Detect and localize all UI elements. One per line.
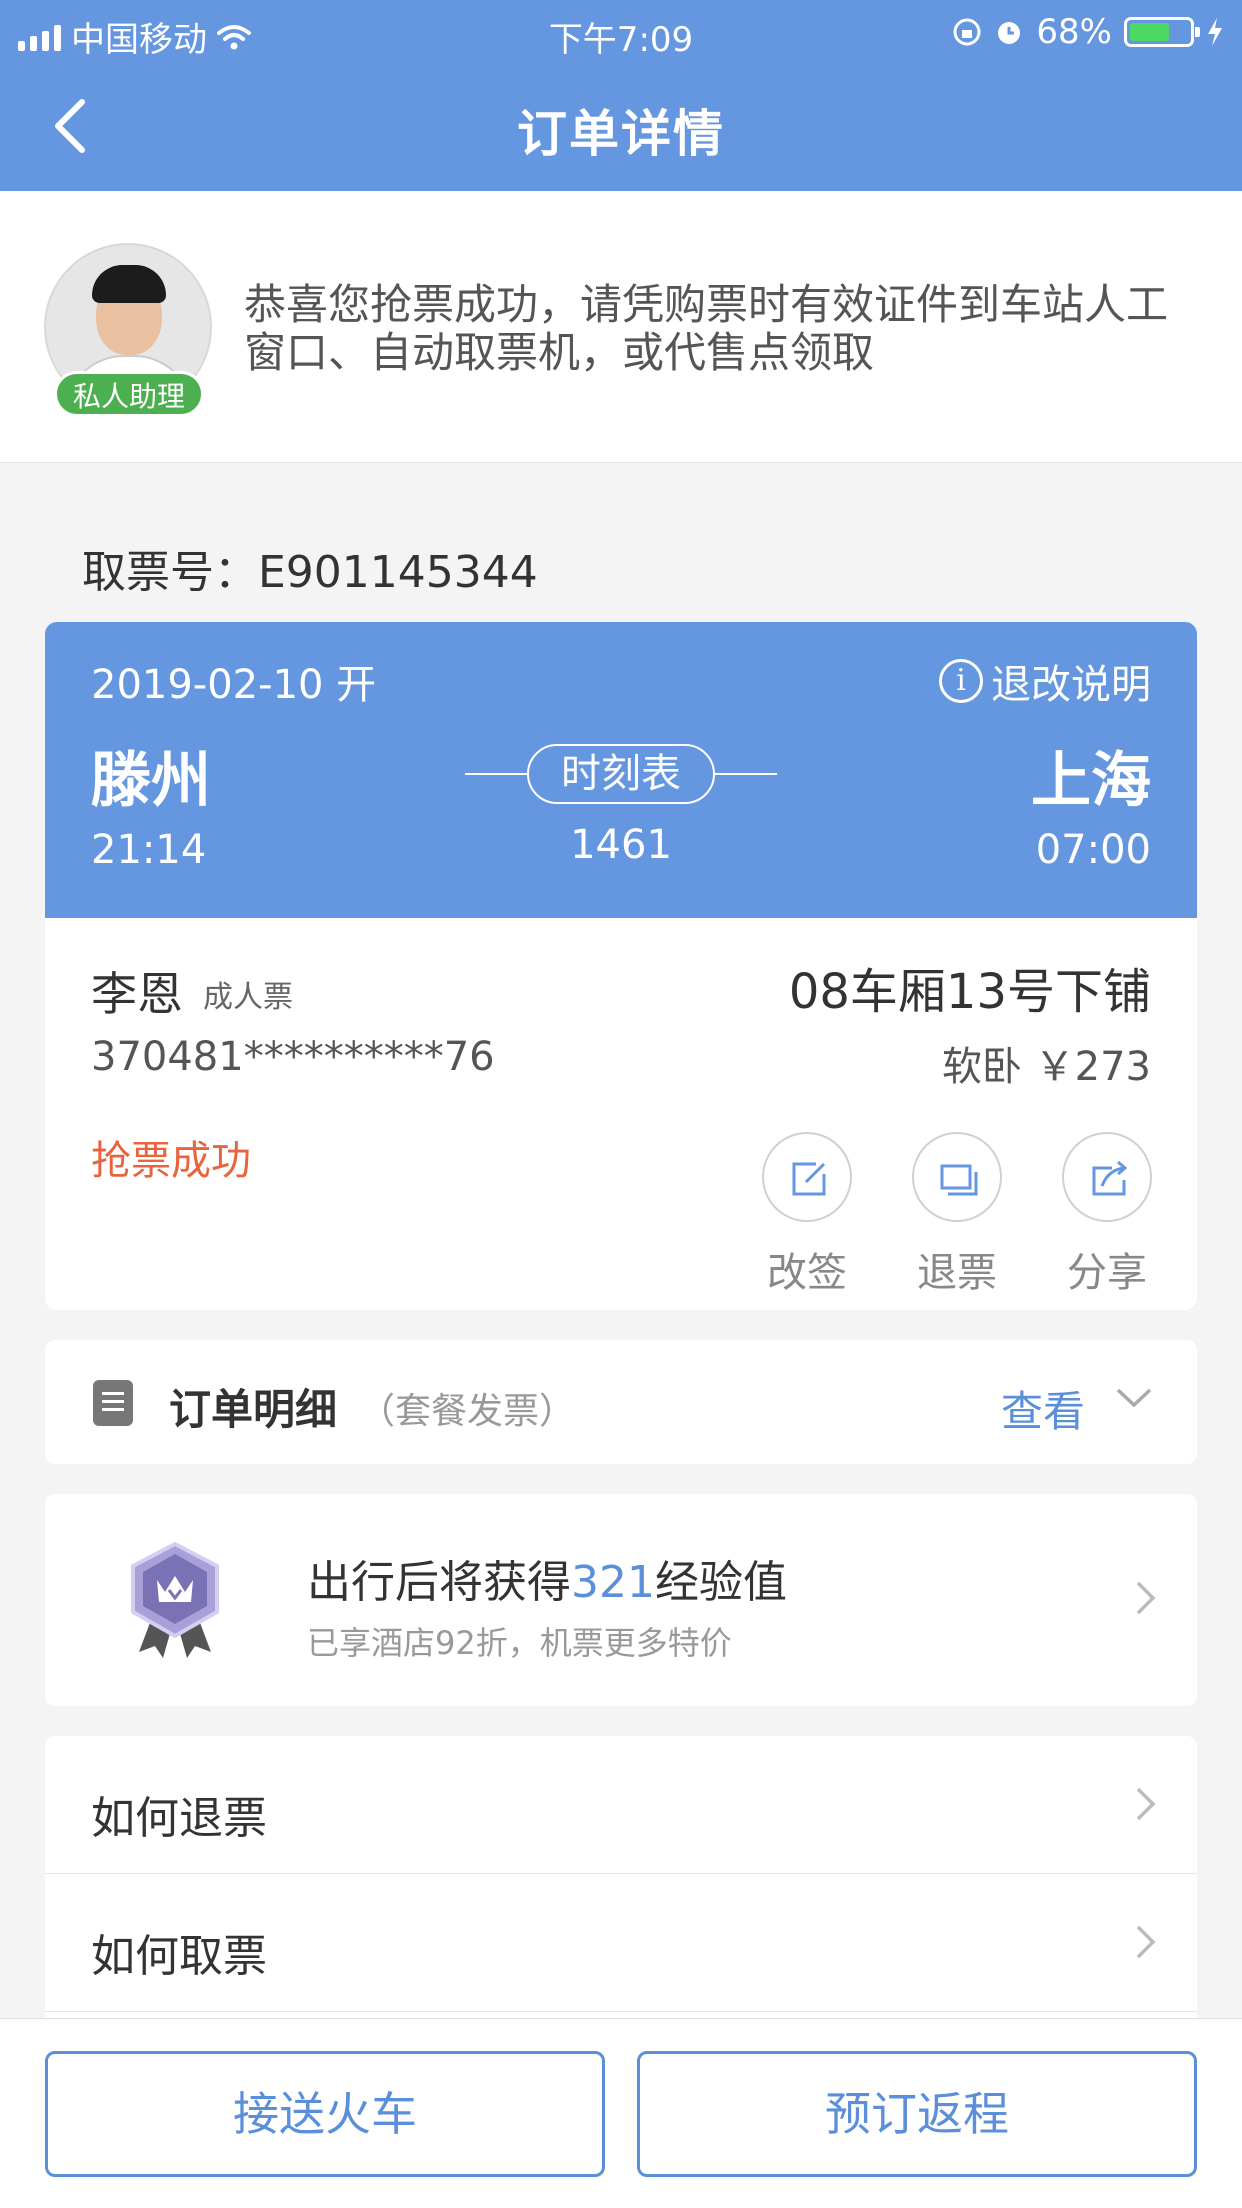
departure-date: 2019-02-10 开 — [91, 662, 377, 708]
experience-title: 出行后将获得321经验值 — [307, 1546, 787, 1610]
experience-title-before: 出行后将获得 — [307, 1557, 571, 1608]
chevron-right-icon — [1136, 1787, 1156, 1821]
experience-title-after: 经验值 — [654, 1557, 787, 1608]
membership-medal-icon — [131, 1541, 219, 1658]
train-transfer-button[interactable]: 接送火车 — [45, 2051, 605, 2177]
page-title: 订单详情 — [517, 105, 725, 163]
change-ticket-button[interactable]: 改签 — [757, 1132, 857, 1298]
chevron-down-icon[interactable] — [1115, 1386, 1153, 1410]
seat-class-price: 软卧 ￥273 — [941, 1044, 1151, 1090]
document-icon — [93, 1380, 133, 1426]
refund-ticket-button[interactable]: 退票 — [907, 1132, 1007, 1298]
ticket-type: 成人票 — [203, 980, 293, 1015]
from-station: 滕州 — [91, 746, 211, 816]
refund-info-label: 退改说明 — [991, 662, 1151, 708]
edit-icon — [792, 1162, 826, 1196]
assistant-banner: 私人助理 恭喜您抢票成功，请凭购票时有效证件到车站人工窗口、自动取票机，或代售点… — [0, 191, 1242, 463]
experience-subtitle: 已享酒店92折，机票更多特价 — [307, 1624, 732, 1662]
chevron-right-icon — [1136, 1581, 1156, 1615]
change-ticket-label: 改签 — [767, 1250, 847, 1296]
charging-icon — [1208, 18, 1222, 46]
howto-pickup-label: 如何取票 — [91, 1931, 267, 1982]
rotation-lock-icon — [953, 18, 981, 46]
share-label: 分享 — [1067, 1250, 1147, 1296]
book-return-button[interactable]: 预订返程 — [637, 2051, 1197, 2177]
order-detail-subtitle: （套餐发票） — [359, 1391, 576, 1432]
assistant-badge: 私人助理 — [54, 371, 204, 417]
arrival-time: 07:00 — [1035, 827, 1151, 873]
header-bar: 中国移动 下午7:09 68% 订单详情 — [0, 0, 1242, 191]
refund-icon — [940, 1164, 978, 1196]
chevron-right-icon — [1136, 1925, 1156, 1959]
refund-ticket-label: 退票 — [917, 1250, 997, 1296]
howto-refund-label: 如何退票 — [91, 1793, 267, 1844]
seat-info: 08车厢13号下铺 — [788, 964, 1151, 1020]
schedule-button[interactable]: 时刻表 — [527, 744, 715, 804]
pickup-number: 取票号：E901145344 — [82, 536, 538, 600]
info-icon: i — [939, 659, 983, 703]
order-detail-title: 订单明细 — [169, 1385, 338, 1434]
refund-info-link[interactable]: i 退改说明 — [939, 652, 1151, 710]
order-detail-row[interactable]: 订单明细 （套餐发票） 查看 — [45, 1340, 1197, 1464]
howto-pickup-row[interactable]: 如何取票 — [45, 1874, 1197, 2012]
battery-percent: 68% — [1036, 12, 1112, 52]
howto-refund-row[interactable]: 如何退票 — [45, 1736, 1197, 1874]
experience-points: 321 — [571, 1557, 655, 1608]
status-bar: 中国移动 下午7:09 68% — [0, 8, 1242, 60]
ticket-journey-card: 2019-02-10 开 i 退改说明 滕州 时刻表 上海 21:14 1461… — [45, 622, 1197, 918]
assistant-message: 恭喜您抢票成功，请凭购票时有效证件到车站人工窗口、自动取票机，或代售点领取 — [244, 280, 1169, 377]
passenger-name: 李恩 — [91, 967, 183, 1021]
experience-banner[interactable]: 出行后将获得321经验值 已享酒店92折，机票更多特价 — [45, 1494, 1197, 1706]
pickup-value: E901145344 — [258, 547, 538, 598]
battery-icon — [1124, 17, 1200, 47]
to-station: 上海 — [1031, 746, 1151, 816]
help-list: 如何退票 如何取票 — [45, 1736, 1197, 2036]
view-link[interactable]: 查看 — [1001, 1378, 1085, 1439]
ticket-status: 抢票成功 — [91, 1138, 251, 1184]
alarm-icon — [998, 22, 1021, 44]
share-button[interactable]: 分享 — [1057, 1132, 1157, 1298]
bottom-action-bar: 接送火车 预订返程 — [0, 2018, 1242, 2208]
passenger-card: 李恩 成人票 08车厢13号下铺 370481**********76 软卧 ￥… — [45, 918, 1197, 1310]
pickup-label: 取票号： — [82, 547, 258, 598]
id-number: 370481**********76 — [91, 1034, 495, 1080]
share-icon — [1092, 1160, 1128, 1196]
train-number: 1461 — [570, 822, 672, 868]
